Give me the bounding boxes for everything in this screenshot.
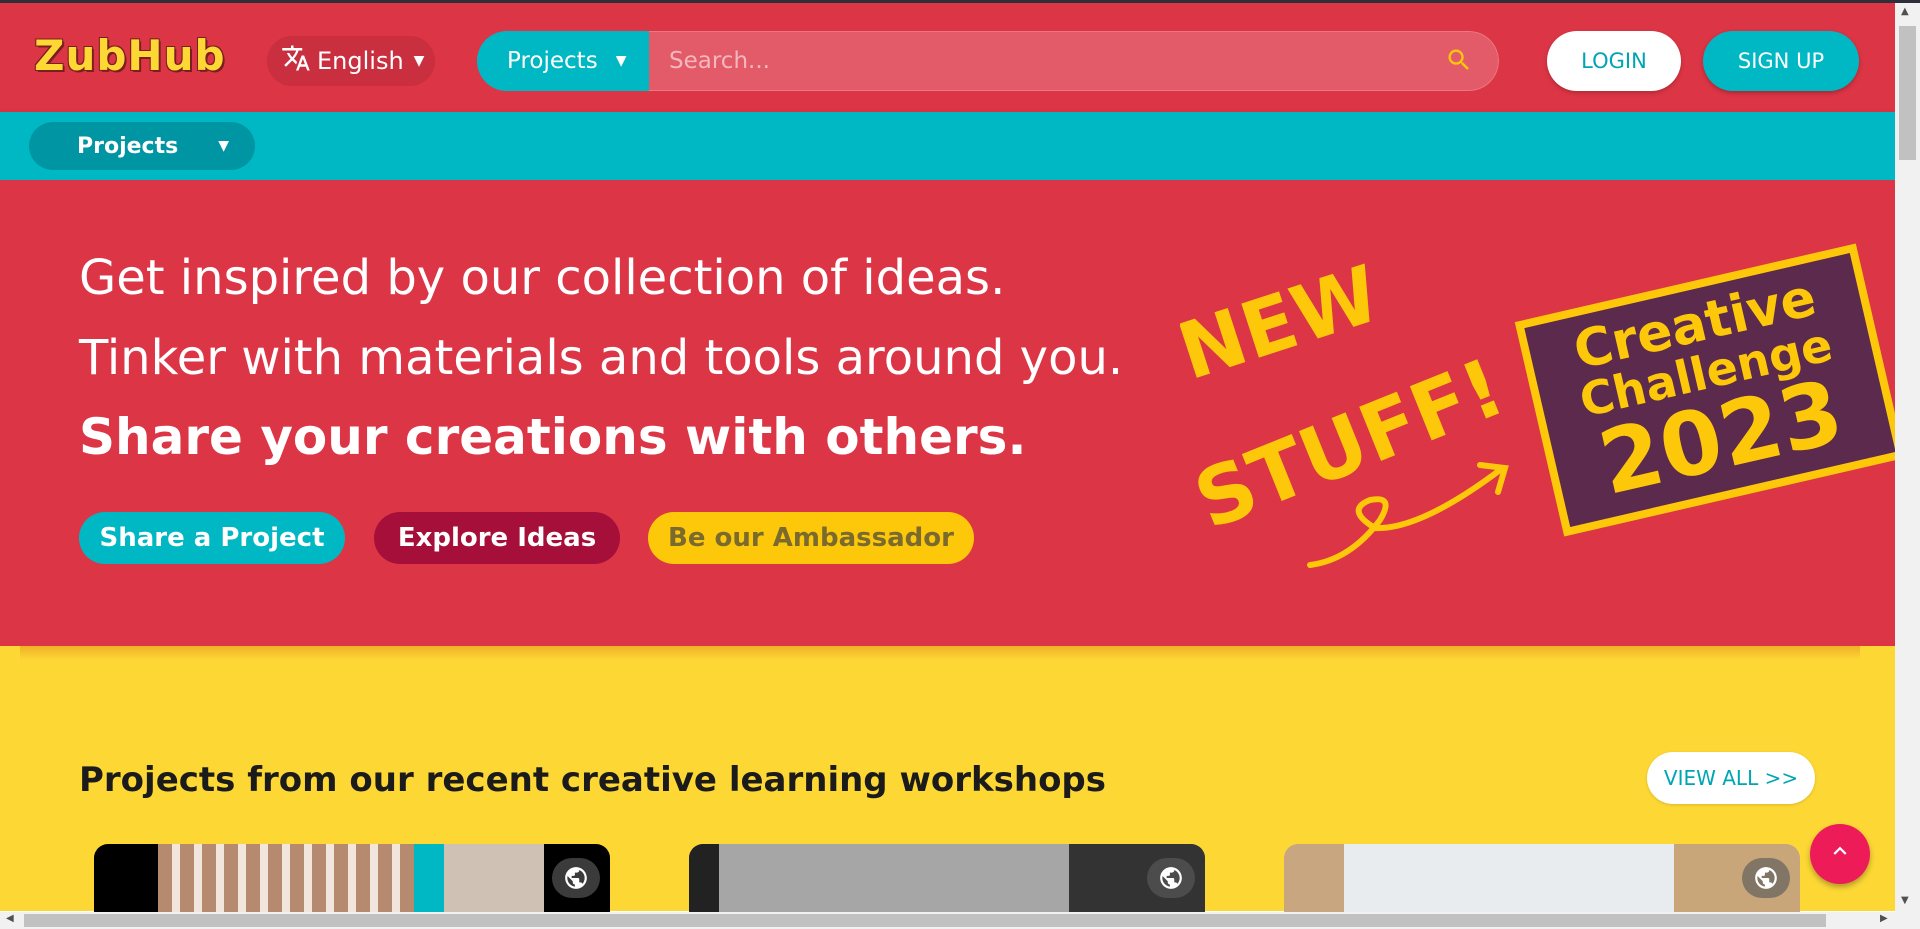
search-input[interactable] (649, 31, 1499, 91)
translate-icon (281, 43, 311, 79)
hero-line-2: Tinker with materials and tools around y… (79, 330, 1124, 386)
globe-icon (552, 858, 600, 898)
search-icon[interactable] (1445, 46, 1473, 74)
projects-section-title: Projects from our recent creative learni… (79, 760, 1107, 800)
horizontal-scrollbar-thumb[interactable] (24, 914, 1826, 927)
scroll-up-arrow-icon[interactable]: ▲ (1901, 6, 1909, 17)
chevron-down-icon: ▼ (218, 138, 229, 154)
creative-challenge-badge[interactable]: Creative Challenge 2023 (1514, 243, 1906, 537)
language-label: English (317, 47, 404, 75)
hero-line-3: Share your creations with others. (79, 408, 1027, 466)
scroll-left-arrow-icon[interactable]: ◀ (6, 913, 14, 924)
search-category-select[interactable]: Projects ▼ (477, 31, 649, 91)
creative-challenge-inner: Creative Challenge 2023 (1524, 253, 1896, 527)
hero-bottom-shadow (20, 646, 1860, 660)
zubhub-logo[interactable]: ZubHub (34, 31, 226, 80)
scroll-to-top-button[interactable] (1810, 824, 1870, 884)
ambassador-button[interactable]: Be our Ambassador (648, 512, 974, 564)
projects-dropdown[interactable]: Projects ▼ (29, 122, 255, 170)
search-category-label: Projects (507, 48, 598, 74)
scroll-right-arrow-icon[interactable]: ▶ (1880, 913, 1888, 924)
share-project-button[interactable]: Share a Project (79, 512, 345, 564)
projects-dropdown-label: Projects (77, 133, 179, 159)
explore-ideas-button[interactable]: Explore Ideas (374, 512, 620, 564)
chevron-down-icon: ▼ (413, 53, 425, 69)
search-bar: Projects ▼ (477, 31, 1499, 91)
scroll-down-arrow-icon[interactable]: ▼ (1901, 895, 1909, 906)
globe-icon (1147, 858, 1195, 898)
new-stuff-word-1: NEW (1180, 260, 1390, 398)
projects-section: Projects from our recent creative learni… (0, 646, 1895, 924)
chevron-down-icon: ▼ (615, 53, 627, 69)
new-stuff-graphic[interactable]: NEW STUFF! (1180, 260, 1520, 580)
secondary-nav: Projects ▼ (0, 112, 1895, 180)
globe-icon (1742, 858, 1790, 898)
hero-line-1: Get inspired by our collection of ideas. (79, 250, 1006, 306)
vertical-scrollbar-thumb[interactable] (1899, 26, 1916, 160)
view-all-button[interactable]: VIEW ALL >> (1647, 752, 1815, 804)
site-header: ZubHub English ▼ Projects ▼ LOGIN SIGN U… (0, 3, 1895, 112)
chevron-up-icon (1827, 838, 1853, 871)
hero-banner: Get inspired by our collection of ideas.… (0, 180, 1906, 646)
login-button[interactable]: LOGIN (1547, 31, 1681, 91)
language-selector[interactable]: English ▼ (267, 36, 435, 86)
signup-button[interactable]: SIGN UP (1703, 31, 1859, 91)
